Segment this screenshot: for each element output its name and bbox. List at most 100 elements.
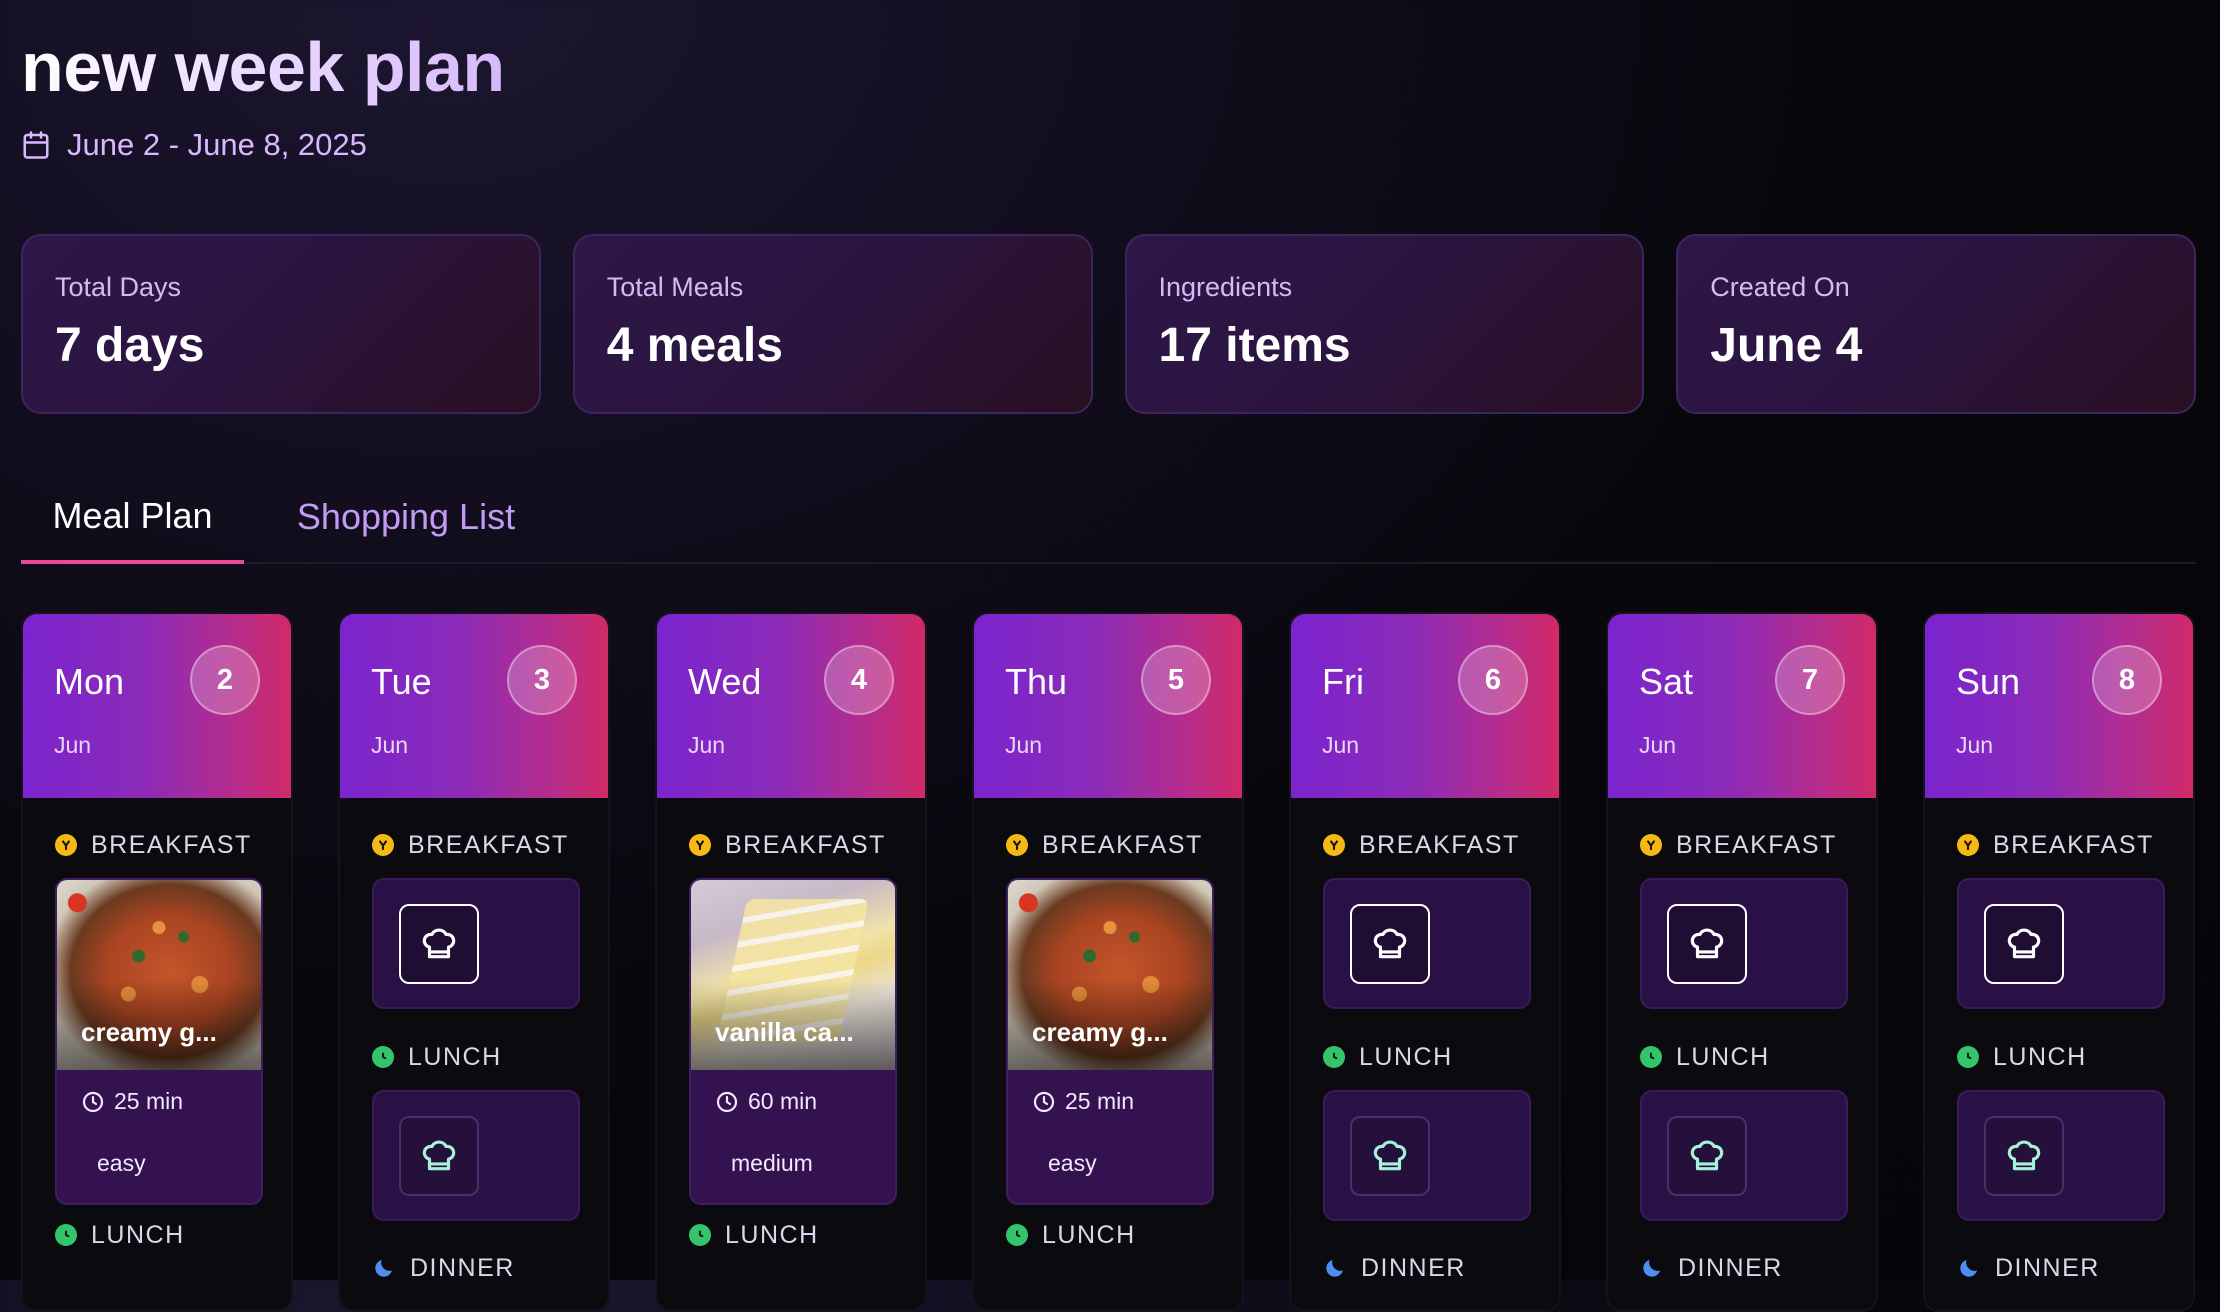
date-range-text: June 2 - June 8, 2025 <box>67 127 367 162</box>
meal-label-text: LUNCH <box>1359 1042 1453 1071</box>
chef-hat-icon <box>399 1116 479 1196</box>
breakfast-icon <box>1957 834 1979 856</box>
stat-value: 17 items <box>1158 319 1351 372</box>
recipe-time: 25 min <box>81 1088 183 1115</box>
tab-shopping-list[interactable]: Shopping List <box>276 472 536 562</box>
meal-label-breakfast: BREAKFAST <box>1957 830 2154 860</box>
stat-label: Total Days <box>55 272 182 302</box>
stat-card-total-meals: Total Meals 4 meals <box>572 234 1093 414</box>
meal-label-breakfast: BREAKFAST <box>1006 830 1203 860</box>
breakfast-icon <box>1006 834 1028 856</box>
recipe-time: 60 min <box>715 1088 817 1115</box>
stat-label: Created On <box>1710 272 1850 302</box>
day-name: Sun <box>1956 661 2021 702</box>
meal-label-breakfast: BREAKFAST <box>55 830 252 860</box>
recipe-image: creamy g... <box>1008 880 1212 1070</box>
meal-label-dinner: DINNER <box>1957 1253 2100 1283</box>
day-header: Sat Jun 7 <box>1608 614 1876 798</box>
clock-icon <box>1006 1224 1028 1246</box>
stats-row: Total Days 7 days Total Meals 4 meals In… <box>21 234 2196 414</box>
stat-value: 4 meals <box>606 319 783 372</box>
clock-icon <box>372 1046 394 1068</box>
add-breakfast-slot[interactable] <box>1640 878 1848 1009</box>
breakfast-icon <box>55 834 77 856</box>
recipe-time: 25 min <box>1032 1088 1134 1115</box>
tab-bar: Meal Plan Shopping List <box>21 472 2196 564</box>
recipe-name: vanilla ca... <box>715 1017 854 1047</box>
calendar-icon <box>21 130 51 160</box>
day-month: Jun <box>1956 732 1994 758</box>
recipe-name: creamy g... <box>81 1017 217 1047</box>
day-month: Jun <box>688 732 726 758</box>
day-card-wed: Wed Jun 4 BREAKFAST vanilla ca... 60 min mediu… <box>655 612 927 1312</box>
day-date-badge: 8 <box>2092 645 2162 715</box>
stat-value: June 4 <box>1710 319 1863 372</box>
meal-label-text: BREAKFAST <box>408 830 569 859</box>
meal-label-breakfast: BREAKFAST <box>372 830 569 860</box>
meal-label-text: LUNCH <box>1676 1042 1770 1071</box>
meal-label-text: LUNCH <box>1993 1042 2087 1071</box>
clock-icon <box>1640 1046 1662 1068</box>
chef-hat-icon <box>1667 1116 1747 1196</box>
add-lunch-slot[interactable] <box>1323 1090 1531 1221</box>
meal-label-text: BREAKFAST <box>1359 830 1520 859</box>
meal-label-text: BREAKFAST <box>91 830 252 859</box>
meal-label-text: DINNER <box>1678 1253 1783 1282</box>
add-breakfast-slot[interactable] <box>1957 878 2165 1009</box>
stat-card-ingredients: Ingredients 17 items <box>1124 234 1645 414</box>
meal-label-dinner: DINNER <box>1640 1253 1783 1283</box>
day-date-badge: 2 <box>190 645 260 715</box>
tab-meal-plan[interactable]: Meal Plan <box>21 472 244 564</box>
day-name: Fri <box>1322 661 1364 702</box>
meal-label-text: BREAKFAST <box>1042 830 1203 859</box>
meal-label-lunch: LUNCH <box>1957 1042 2087 1072</box>
recipe-difficulty: medium <box>731 1150 813 1176</box>
add-lunch-slot[interactable] <box>372 1090 580 1221</box>
moon-icon <box>1323 1256 1347 1280</box>
day-card-sun: Sun Jun 8 BREAKFAST LUNCH DINNER <box>1923 612 2195 1312</box>
clock-icon <box>81 1090 105 1114</box>
meal-label-dinner: DINNER <box>1323 1253 1466 1283</box>
day-date-badge: 7 <box>1775 645 1845 715</box>
meal-label-text: LUNCH <box>725 1220 819 1249</box>
breakfast-icon <box>372 834 394 856</box>
day-header: Mon Jun 2 <box>23 614 291 798</box>
stat-label: Ingredients <box>1158 272 1293 302</box>
recipe-card[interactable]: creamy g... 25 min easy <box>1006 878 1214 1205</box>
day-month: Jun <box>1322 732 1360 758</box>
meal-label-breakfast: BREAKFAST <box>689 830 886 860</box>
clock-icon <box>715 1090 739 1114</box>
day-header: Thu Jun 5 <box>974 614 1242 798</box>
day-date-badge: 6 <box>1458 645 1528 715</box>
chef-hat-icon <box>399 904 479 984</box>
meal-label-lunch: LUNCH <box>1323 1042 1453 1072</box>
recipe-time-text: 60 min <box>748 1088 818 1114</box>
meal-label-lunch: LUNCH <box>55 1220 185 1250</box>
breakfast-icon <box>1323 834 1345 856</box>
recipe-card[interactable]: creamy g... 25 min easy <box>55 878 263 1205</box>
moon-icon <box>1957 1256 1981 1280</box>
chef-hat-icon <box>1984 1116 2064 1196</box>
add-breakfast-slot[interactable] <box>372 878 580 1009</box>
clock-icon <box>689 1224 711 1246</box>
day-header: Sun Jun 8 <box>1925 614 2193 798</box>
meal-label-lunch: LUNCH <box>372 1042 502 1072</box>
day-card-sat: Sat Jun 7 BREAKFAST LUNCH DINNER <box>1606 612 1878 1312</box>
stat-value: 7 days <box>55 319 205 372</box>
recipe-card[interactable]: vanilla ca... 60 min medium <box>689 878 897 1205</box>
recipe-image: creamy g... <box>57 880 261 1070</box>
meal-label-text: DINNER <box>1995 1253 2100 1282</box>
breakfast-icon <box>1640 834 1662 856</box>
day-header: Tue Jun 3 <box>340 614 608 798</box>
stat-card-created-on: Created On June 4 <box>1676 234 2196 414</box>
chef-hat-icon <box>1667 904 1747 984</box>
add-lunch-slot[interactable] <box>1957 1090 2165 1221</box>
recipe-time-text: 25 min <box>114 1088 184 1114</box>
week-grid: Mon Jun 2 BREAKFAST creamy g... 25 min easy LUN… <box>21 612 2195 1312</box>
add-breakfast-slot[interactable] <box>1323 878 1531 1009</box>
recipe-time-text: 25 min <box>1065 1088 1135 1114</box>
meal-label-text: BREAKFAST <box>725 830 886 859</box>
add-lunch-slot[interactable] <box>1640 1090 1848 1221</box>
recipe-image: vanilla ca... <box>691 880 895 1070</box>
day-date-badge: 5 <box>1141 645 1211 715</box>
